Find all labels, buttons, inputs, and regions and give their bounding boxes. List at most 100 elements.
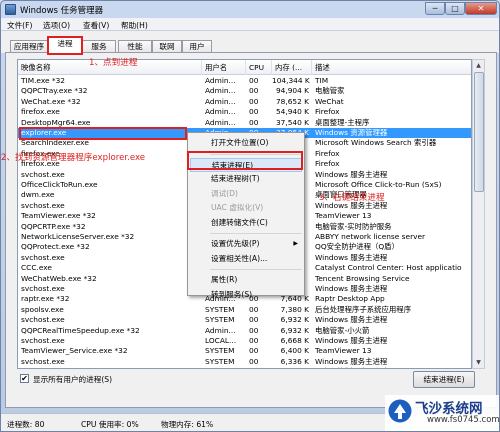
cell-description: Windows 服务主进程 <box>315 356 388 366</box>
cell-user-name: SYSTEM <box>205 304 235 314</box>
cell-image-name: TeamViewer_Service.exe *32 <box>21 346 128 356</box>
context-menu-item[interactable]: 设置相关性(A)... <box>190 252 302 266</box>
cell-description: Catalyst Control Center: Host applicatio <box>315 263 462 273</box>
table-row[interactable]: svchost.exe SYSTEM 00 6,932 K Windows 服务主进程 <box>18 315 471 325</box>
menu-separator <box>210 269 302 270</box>
cell-description: Firefox <box>315 107 340 117</box>
end-process-button[interactable]: 结束进程(E) <box>413 371 475 388</box>
close-button[interactable]: ✕ <box>465 2 497 15</box>
context-menu-item[interactable]: 结束进程树(T) <box>190 172 302 186</box>
column-memory[interactable]: 内存 (... <box>272 60 312 75</box>
cell-image-name: svchost.exe <box>21 356 65 366</box>
table-row[interactable]: TIM.exe *32 Admin... 00 104,344 K TIM <box>18 76 471 86</box>
cell-description: TeamViewer 13 <box>315 211 372 221</box>
cell-cpu: 00 <box>249 356 259 366</box>
cell-image-name: raptr.exe *32 <box>21 294 70 304</box>
scroll-down-arrow-icon[interactable]: ▼ <box>473 357 484 368</box>
window-title: Windows 任务管理器 <box>20 6 104 16</box>
cell-image-name: WeChat.exe *32 <box>21 96 81 106</box>
cell-image-name: TIM.exe *32 <box>21 76 65 85</box>
table-row[interactable]: TeamViewer_Service.exe *32 SYSTEM 00 6,400 … <box>18 346 471 356</box>
cell-description: ABBYY network license server <box>315 232 426 241</box>
cell-image-name: OfficeClickToRun.exe <box>21 180 98 189</box>
table-row[interactable]: spoolsv.exe SYSTEM 00 7,380 K 后台处理程序子系统应用程序 <box>18 304 471 315</box>
cell-memory: 78,652 K <box>275 96 309 106</box>
cell-description: 服务和控制器应用程序 <box>312 367 471 368</box>
cell-memory: 6,336 K <box>280 356 309 366</box>
cell-description: QQ安全防护进程（Q盾） <box>315 242 399 252</box>
submenu-arrow-icon: ▶ <box>293 240 298 247</box>
column-user-name[interactable]: 用户名 <box>202 60 246 75</box>
table-row[interactable]: firefox.exe Admin... 00 54,940 K Firefox <box>18 107 471 117</box>
cell-user-name: Admin... <box>205 96 236 106</box>
cell-description: Raptr Desktop App <box>315 294 385 304</box>
cell-memory: 6,400 K <box>280 346 309 356</box>
column-cpu[interactable]: CPU <box>246 60 272 75</box>
maximize-button[interactable]: □ <box>445 2 465 15</box>
cell-description: Microsoft Office Click-to-Run (SxS) <box>315 180 442 189</box>
context-menu-item-label: 设置优先级(P) <box>211 239 260 248</box>
cell-user-name: Admin... <box>205 325 236 335</box>
table-row[interactable]: QQPCTray.exe *32 Admin... 00 94,904 K 电脑管家 <box>18 86 471 96</box>
table-row[interactable]: services.exeSYSTEM006,336 K服务和控制器应用程序 <box>18 367 471 368</box>
minimize-button[interactable]: ─ <box>425 2 445 15</box>
cell-description: 电脑管家-小火箭 <box>315 325 370 335</box>
cell-memory: 6,336 K <box>272 367 312 368</box>
context-menu-item: UAC 虚拟化(V) <box>190 201 302 215</box>
context-menu-item-label: 打开文件位置(O) <box>211 138 269 147</box>
menu-file[interactable]: 文件(F) <box>7 20 32 31</box>
table-row[interactable]: svchost.exe LOCAL... 00 6,668 K Windows 服务主进… <box>18 336 471 346</box>
context-menu-item[interactable]: 创建转储文件(C) <box>190 216 302 230</box>
cell-user-name: SYSTEM <box>205 356 235 366</box>
cell-description: Firefox <box>315 148 340 158</box>
show-all-users-label[interactable]: 显示所有用户的进程(S) <box>33 374 112 385</box>
cell-memory: 104,344 K <box>272 76 310 85</box>
cell-description: WeChat <box>315 96 344 106</box>
menu-help[interactable]: 帮助(H) <box>121 20 148 31</box>
cell-description: Tencent Browsing Service <box>315 273 410 283</box>
highlight-processes-tab <box>47 36 83 55</box>
annotation-step1: 1、点到进程 <box>89 58 138 68</box>
cell-image-name: svchost.exe <box>21 169 65 179</box>
context-menu-item[interactable]: 打开文件位置(O) <box>190 136 302 150</box>
cell-cpu: 00 <box>249 346 259 356</box>
scrollbar-thumb[interactable] <box>474 72 484 192</box>
context-menu-item-label: 属性(R) <box>211 275 238 284</box>
show-all-users-checkbox[interactable]: ✔ <box>20 374 29 383</box>
cell-cpu: 00 <box>249 315 259 325</box>
cell-cpu: 00 <box>246 367 272 368</box>
context-menu-item[interactable]: 转到服务(S) <box>190 288 302 302</box>
table-row[interactable]: svchost.exe SYSTEM 00 6,336 K Windows 服务主进程 <box>18 356 471 367</box>
status-memory: 物理内存: 61% <box>161 420 214 429</box>
cell-description: TIM <box>315 76 329 85</box>
task-manager-icon <box>5 4 16 15</box>
context-menu-item[interactable]: 属性(R) <box>190 273 302 287</box>
context-menu-item: 调试(D) <box>190 187 302 201</box>
cell-image-name: services.exe <box>18 367 202 368</box>
cell-description: Windows 服务主进程 <box>315 336 388 345</box>
scroll-up-arrow-icon[interactable]: ▲ <box>473 60 484 71</box>
watermark: 飞沙系统网 www.fs0745.com <box>385 395 499 431</box>
menu-view[interactable]: 查看(V) <box>83 20 109 31</box>
cell-image-name: svchost.exe <box>21 284 65 293</box>
context-menu-item-label: UAC 虚拟化(V) <box>211 203 264 212</box>
cell-image-name: svchost.exe <box>21 200 65 210</box>
column-description[interactable]: 描述 <box>312 60 471 75</box>
title-bar: Windows 任务管理器 ─ □ ✕ <box>1 1 499 18</box>
cell-cpu: 00 <box>249 96 259 106</box>
cell-memory: 6,932 K <box>280 325 309 335</box>
context-menu-item-label: 设置相关性(A)... <box>211 253 268 263</box>
highlight-explorer-row <box>19 127 187 140</box>
vertical-scrollbar[interactable]: ▲ ▼ <box>472 59 485 369</box>
cell-image-name: svchost.exe <box>21 315 65 325</box>
cell-description: Windows 资源管理器 <box>315 128 388 137</box>
status-process-count: 进程数: 80 <box>7 420 45 429</box>
cell-cpu: 00 <box>249 117 259 127</box>
context-menu-item[interactable]: 设置优先级(P) ▶ <box>190 237 302 251</box>
table-row[interactable]: QQPCRealTimeSpeedup.exe *32 Admin... 00 6,9… <box>18 325 471 336</box>
cell-image-name: svchost.exe <box>21 252 65 262</box>
cell-description: Firefox <box>315 159 340 169</box>
cell-description: 电脑管家 <box>315 86 345 96</box>
menu-options[interactable]: 选项(O) <box>43 20 70 31</box>
table-row[interactable]: WeChat.exe *32 Admin... 00 78,652 K WeChat <box>18 96 471 107</box>
